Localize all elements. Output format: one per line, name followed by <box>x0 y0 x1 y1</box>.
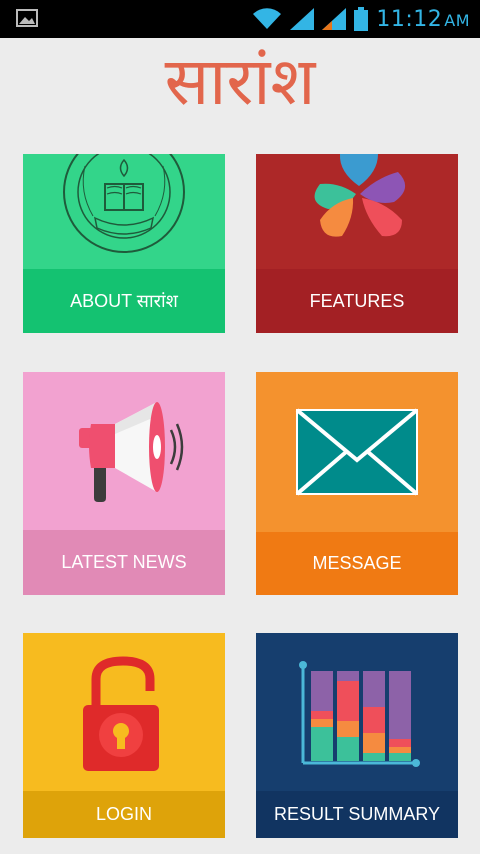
message-tile[interactable]: MESSAGE <box>256 372 458 595</box>
status-bar: 11:12 AM <box>0 0 480 38</box>
latest-news-tile[interactable]: LATEST NEWS <box>23 372 225 595</box>
about-tile[interactable]: ABOUT सारांश <box>23 154 225 333</box>
flower-petals-icon <box>256 154 458 269</box>
cbse-emblem-icon <box>23 154 225 269</box>
tile-label: RESULT SUMMARY <box>256 791 458 838</box>
signal-icon <box>290 8 315 30</box>
app-title: सारांश <box>164 43 316 120</box>
tile-label: FEATURES <box>256 269 458 333</box>
tile-label: LATEST NEWS <box>23 530 225 595</box>
status-clock: 11:12 AM <box>376 6 470 32</box>
padlock-icon <box>23 633 225 791</box>
envelope-icon <box>256 372 458 532</box>
features-tile[interactable]: FEATURES <box>256 154 458 333</box>
signal-icon <box>322 8 347 30</box>
bar-chart-icon <box>256 633 458 791</box>
wifi-icon <box>253 8 282 29</box>
gallery-notification-icon <box>16 9 38 27</box>
tile-label: ABOUT सारांश <box>23 269 225 333</box>
megaphone-icon <box>23 372 225 530</box>
battery-icon <box>354 7 369 31</box>
login-tile[interactable]: LOGIN <box>23 633 225 838</box>
tile-label: LOGIN <box>23 791 225 838</box>
tile-label: MESSAGE <box>256 532 458 595</box>
result-summary-tile[interactable]: RESULT SUMMARY <box>256 633 458 838</box>
